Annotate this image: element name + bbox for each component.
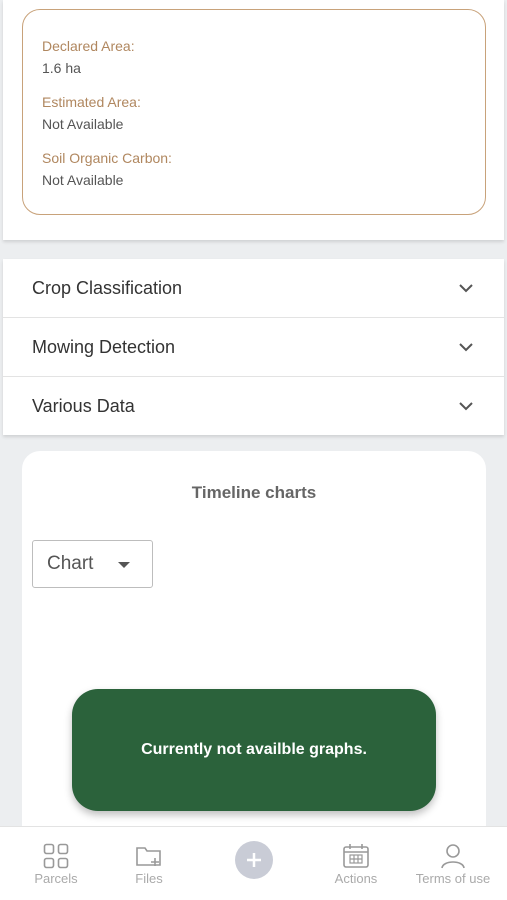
accordion-mowing-detection[interactable]: Mowing Detection — [3, 318, 504, 377]
soc-value: Not Available — [42, 172, 124, 188]
estimated-area-label: Estimated Area: — [42, 94, 141, 110]
nav-files[interactable]: Files — [119, 827, 179, 900]
details-accordion: Crop Classification Mowing Detection Var… — [3, 259, 504, 435]
nav-terms-of-use[interactable]: Terms of use — [408, 827, 498, 900]
declared-area-value: 1.6 ha — [42, 60, 81, 76]
parcel-summary-card: Declared Area: 1.6 ha Estimated Area: No… — [3, 0, 504, 240]
calendar-icon — [343, 844, 369, 868]
nav-actions[interactable]: Actions — [326, 827, 386, 900]
chevron-down-icon — [459, 402, 473, 411]
toast-message: Currently not availble graphs. — [141, 741, 367, 758]
accordion-label: Crop Classification — [32, 277, 183, 298]
caret-down-icon — [118, 562, 130, 568]
chevron-down-icon — [459, 284, 473, 293]
nav-label: Terms of use — [415, 871, 491, 886]
accordion-various-data[interactable]: Various Data — [3, 377, 504, 435]
plus-icon — [247, 853, 261, 867]
declared-area-label: Declared Area: — [42, 38, 135, 54]
nav-label: Parcels — [34, 871, 78, 886]
add-button[interactable] — [235, 841, 273, 879]
nav-label: Actions — [334, 871, 378, 886]
parcel-info-box: Declared Area: 1.6 ha Estimated Area: No… — [22, 9, 486, 215]
user-icon — [441, 844, 465, 869]
bottom-navigation: Parcels Files Actions Terms of use — [0, 826, 507, 900]
accordion-crop-classification[interactable]: Crop Classification — [3, 259, 504, 318]
folder-add-icon — [136, 847, 161, 866]
timeline-charts-title: Timeline charts — [191, 483, 317, 502]
grid-icon — [43, 843, 69, 869]
chart-select-value: Chart — [47, 553, 94, 574]
no-graphs-toast: Currently not availble graphs. — [72, 689, 436, 811]
chart-type-select[interactable]: Chart — [32, 540, 153, 588]
accordion-label: Mowing Detection — [32, 336, 176, 357]
nav-parcels[interactable]: Parcels — [26, 827, 86, 900]
estimated-area-value: Not Available — [42, 116, 124, 132]
nav-label: Files — [135, 871, 163, 886]
chevron-down-icon — [459, 343, 473, 352]
accordion-label: Various Data — [32, 395, 135, 416]
soc-label: Soil Organic Carbon: — [42, 150, 172, 166]
